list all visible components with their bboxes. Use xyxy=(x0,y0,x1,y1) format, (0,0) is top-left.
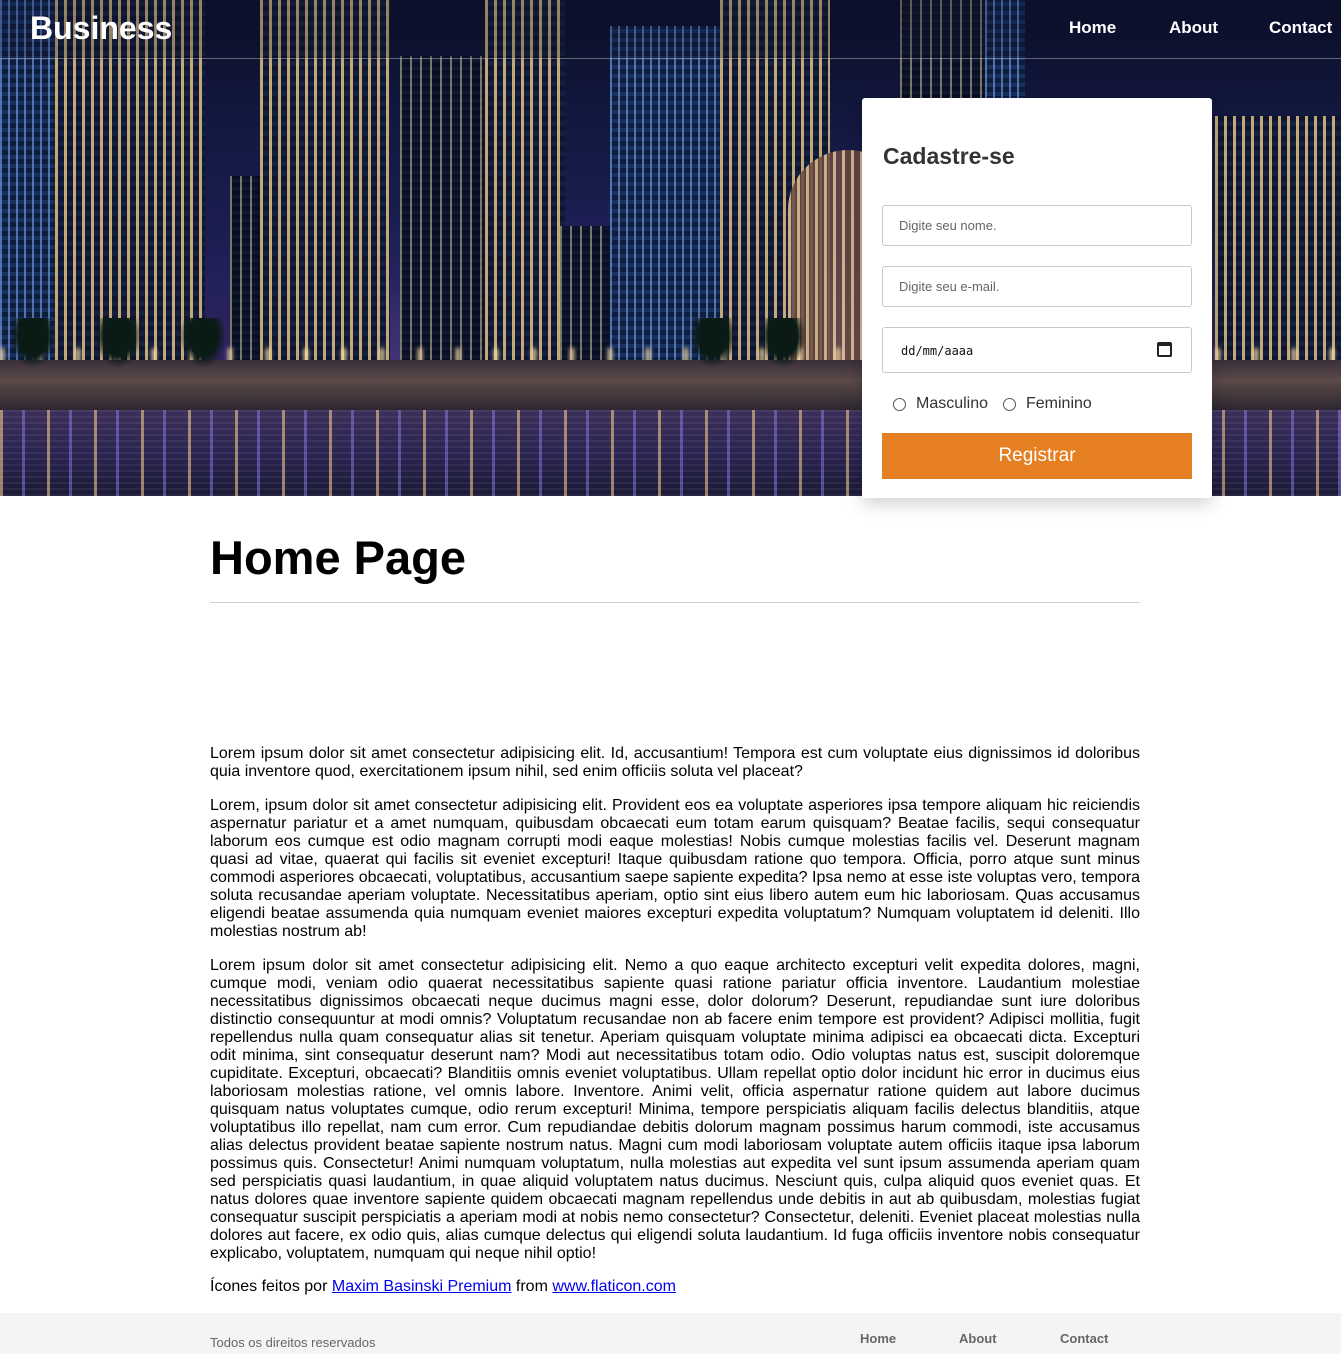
nav-contact-link[interactable]: Contact xyxy=(1269,18,1332,38)
date-placeholder: dd/mm/aaaa xyxy=(901,344,974,358)
gender-option-male[interactable]: Masculino xyxy=(893,394,988,414)
skyscraper xyxy=(610,26,720,366)
paragraph-3: Lorem ipsum dolor sit amet consectetur a… xyxy=(210,957,1140,1262)
radio-male-label: Masculino xyxy=(916,395,989,412)
credits-middle: from xyxy=(515,1278,548,1295)
top-navbar: Business Home About Contact xyxy=(0,0,1341,59)
footer-home-link[interactable]: Home xyxy=(860,1331,896,1346)
palm-tree xyxy=(180,318,226,368)
radio-female-label: Feminino xyxy=(1026,395,1092,412)
icon-credits: Ícones feitos por Maxim Basinski Premium… xyxy=(210,1278,676,1296)
radio-male[interactable] xyxy=(893,397,906,411)
gender-option-female[interactable]: Feminino xyxy=(1003,394,1092,414)
skyscraper xyxy=(400,56,490,366)
credits-prefix: Ícones feitos por xyxy=(210,1278,328,1295)
nav-home-link[interactable]: Home xyxy=(1069,18,1116,38)
title-divider xyxy=(210,602,1140,603)
radio-female[interactable] xyxy=(1003,397,1016,411)
palm-tree xyxy=(760,318,806,368)
palm-tree xyxy=(690,318,736,368)
paragraph-2: Lorem, ipsum dolor sit amet consectetur … xyxy=(210,797,1140,940)
footer-copyright: Todos os direitos reservados xyxy=(210,1335,376,1350)
nav-about-link[interactable]: About xyxy=(1169,18,1218,38)
name-input[interactable] xyxy=(882,205,1192,246)
page-title: Home Page xyxy=(210,531,466,584)
skyscraper xyxy=(1215,116,1341,366)
register-button[interactable]: Registrar xyxy=(882,433,1192,479)
email-input[interactable] xyxy=(882,266,1192,307)
author-link[interactable]: Maxim Basinski Premium xyxy=(332,1278,512,1295)
flaticon-link[interactable]: www.flaticon.com xyxy=(552,1278,676,1295)
footer: Todos os direitos reservados Home About … xyxy=(0,1313,1341,1354)
footer-about-link[interactable]: About xyxy=(959,1331,997,1346)
calendar-icon[interactable] xyxy=(1157,342,1172,357)
signup-title: Cadastre-se xyxy=(883,143,1015,169)
signup-form-card: Cadastre-se dd/mm/aaaa Masculino Feminin… xyxy=(862,98,1212,498)
palm-tree xyxy=(95,318,141,368)
footer-contact-link[interactable]: Contact xyxy=(1060,1331,1108,1346)
birthdate-input[interactable]: dd/mm/aaaa xyxy=(882,327,1192,373)
brand-logo[interactable]: Business xyxy=(30,10,172,47)
paragraph-1: Lorem ipsum dolor sit amet consectetur a… xyxy=(210,745,1140,780)
palm-tree xyxy=(10,318,56,368)
